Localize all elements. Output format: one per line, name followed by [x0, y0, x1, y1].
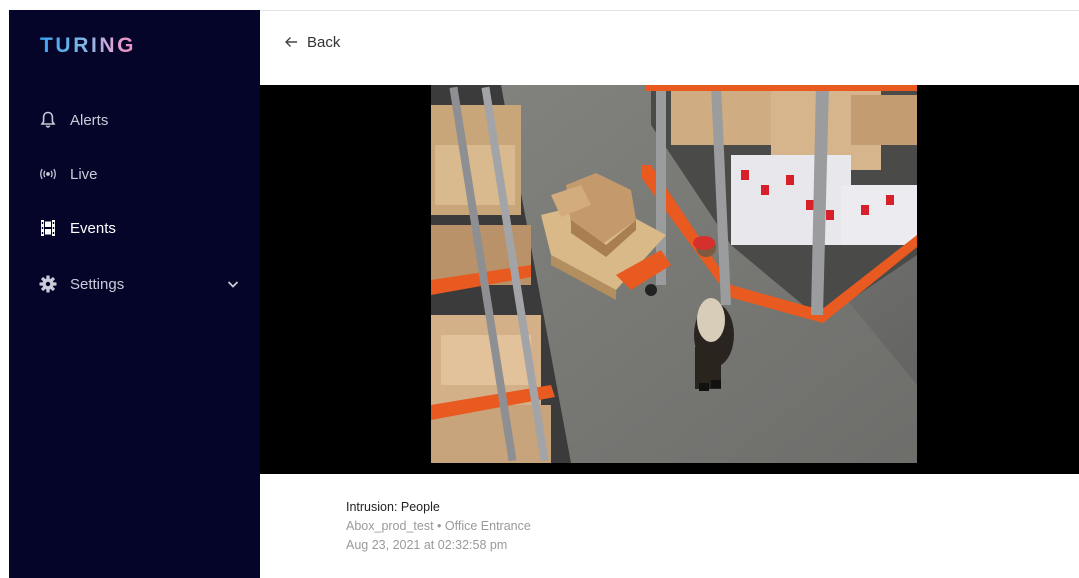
broadcast-icon	[38, 164, 58, 184]
event-snapshot-image[interactable]	[431, 85, 917, 463]
gear-icon	[38, 274, 58, 294]
event-details: Intrusion: People Abox_prod_test • Offic…	[346, 500, 531, 557]
window-left-margin	[0, 0, 9, 578]
window-top-margin	[0, 0, 1079, 10]
sidebar-item-label: Events	[70, 219, 116, 237]
sidebar-item-alerts[interactable]: Alerts	[9, 102, 260, 138]
event-location: Abox_prod_test • Office Entrance	[346, 519, 531, 533]
film-icon	[38, 218, 58, 238]
sidebar-item-settings[interactable]: Settings	[9, 266, 260, 302]
turing-logo[interactable]: TURING	[40, 34, 136, 58]
back-label: Back	[307, 33, 341, 51]
back-button[interactable]: Back	[284, 31, 340, 53]
sidebar-item-events[interactable]: Events	[9, 210, 260, 246]
sidebar-item-label: Alerts	[70, 111, 109, 129]
content-header: Back	[260, 10, 1079, 86]
sidebar-item-live[interactable]: Live	[9, 156, 260, 192]
event-title: Intrusion: People	[346, 500, 440, 514]
sidebar-item-label: Live	[70, 165, 98, 183]
arrow-left-icon	[285, 37, 297, 47]
chevron-down-icon[interactable]	[225, 276, 241, 292]
sidebar: TURING Alerts Live Events Settings	[9, 10, 260, 578]
event-timestamp: Aug 23, 2021 at 02:32:58 pm	[346, 538, 508, 552]
bell-icon	[38, 110, 58, 130]
sidebar-item-label: Settings	[70, 275, 125, 293]
event-media-viewer	[260, 85, 1079, 474]
